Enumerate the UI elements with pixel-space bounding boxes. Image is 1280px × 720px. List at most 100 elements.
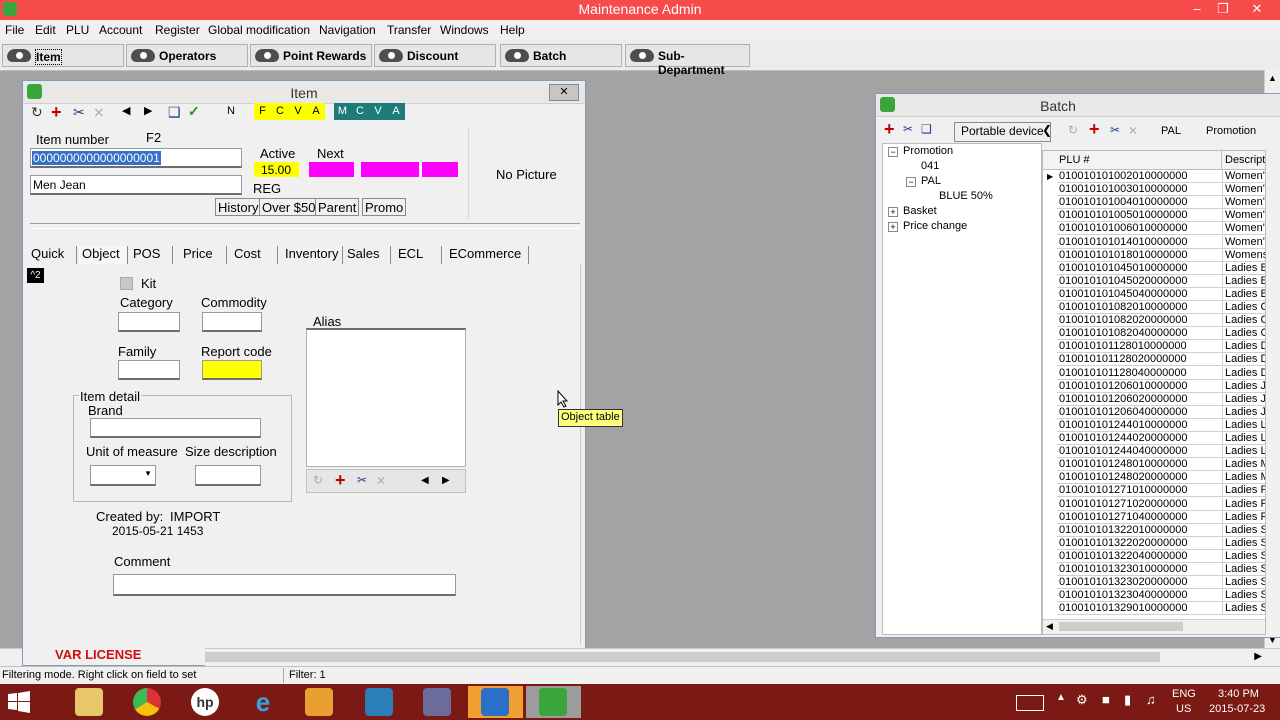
add-icon[interactable]: + [51,102,62,123]
tree-collapse-icon[interactable]: − [888,147,898,157]
region-indicator[interactable]: US [1176,703,1191,715]
item-window-close-icon[interactable]: ✕ [549,84,579,101]
language-indicator[interactable]: ENG [1172,688,1196,700]
brand-field[interactable] [90,418,261,438]
toolbar-batch-button[interactable]: Batch [500,44,622,67]
start-button-windows-icon[interactable] [8,691,30,713]
taskbar-app-7[interactable] [410,686,465,718]
table-row[interactable]: 010010101128020000000 Ladies D [1043,353,1265,367]
tree-expand-icon[interactable]: + [888,222,898,232]
table-row[interactable]: 010010101002010000000 Women's [1043,170,1265,183]
restore-icon[interactable]: ❐ [1210,0,1236,18]
description-field[interactable]: Men Jean [30,175,242,195]
table-row[interactable]: 010010101045020000000 Ladies Bl [1043,274,1265,288]
taskbar-maintenance-admin[interactable] [526,686,581,718]
taskbar-app-8[interactable] [468,686,523,718]
table-row[interactable]: 010010101244040000000 Ladies Li [1043,445,1265,459]
tray-power-icon[interactable]: ■ [1102,692,1110,707]
table-row[interactable]: 010010101206010000000 Ladies Je [1043,379,1265,393]
toolbar-item-button[interactable]: Item [2,44,124,67]
tab-content-scrollbar[interactable] [580,264,585,644]
column-plu[interactable]: PLU # [1059,154,1090,166]
batch-redo-icon[interactable]: ↻ [1068,123,1078,137]
menu-global-modification[interactable]: Global modification [208,23,310,37]
promo-button[interactable]: Promo [362,198,407,216]
table-row[interactable]: 010010101323010000000 Ladies Sl [1043,563,1265,576]
menu-register[interactable]: Register [155,23,200,37]
fcva-a[interactable]: A [307,103,325,120]
tray-network-icon[interactable]: ⚙ [1076,692,1088,708]
item-number-field[interactable]: 0000000000000000001 [30,148,242,168]
tab-pos[interactable]: POS [130,246,173,264]
table-row[interactable]: 010010101206040000000 Ladies Je [1043,405,1265,419]
cut-icon[interactable]: ✂ [73,104,85,121]
comment-field[interactable] [113,574,456,596]
minimize-icon[interactable]: – [1184,0,1210,18]
menu-account[interactable]: Account [99,23,142,37]
report-code-field[interactable] [202,360,262,380]
tree-item-price-change[interactable]: Price change [903,220,967,232]
edit-disabled-icon[interactable]: ⨯ [93,104,105,121]
table-row[interactable]: 010010101006010000000 Women's [1043,222,1265,236]
tab-ecl[interactable]: ECL [395,246,442,264]
table-row[interactable]: 010010101206020000000 Ladies Je [1043,392,1265,406]
alias-redo-icon[interactable]: ↻ [313,473,323,487]
mdi-horizontal-scrollbar[interactable]: ▶ [205,648,1280,666]
mdi-scroll-thumb[interactable] [205,652,1160,662]
tab-cost[interactable]: Cost [231,246,278,264]
tab-object[interactable]: Object [79,246,128,264]
table-row[interactable]: 010010101248010000000 Ladies M [1043,458,1265,472]
table-row[interactable]: 010010101045040000000 Ladies Bl [1043,287,1265,301]
table-row[interactable]: 010010101082020000000 Ladies C [1043,314,1265,328]
table-row[interactable]: 010010101005010000000 Women's [1043,209,1265,223]
n-toggle[interactable]: N [222,103,240,120]
redo-icon[interactable]: ↻ [31,104,43,121]
toolbar-sub-department-button[interactable]: Sub-Department [625,44,750,77]
table-row[interactable]: 010010101244010000000 Ladies Li [1043,418,1265,432]
menu-plu[interactable]: PLU [66,23,89,37]
batch-copy-icon[interactable]: ❑ [921,122,932,136]
table-row[interactable]: 010010101014010000000 Women's [1043,235,1265,249]
table-row[interactable]: 010010101018010000000 Womens [1043,248,1265,262]
table-row[interactable]: 010010101271010000000 Ladies P [1043,484,1265,498]
table-row[interactable]: 010010101082010000000 Ladies C [1043,301,1265,314]
batch-grid-add-icon[interactable]: + [1089,119,1100,140]
item-window-title-bar[interactable]: Item ✕ [23,81,585,104]
tray-battery-icon[interactable]: ▮ [1124,692,1131,708]
chevron-down-icon[interactable]: ▼ [144,469,152,478]
tab-price[interactable]: Price [180,246,227,264]
next-price-field-2[interactable] [361,162,419,177]
portable-device-button[interactable]: Portable device [954,122,1051,142]
clock-time[interactable]: 3:40 PM [1218,688,1259,700]
fcva-f[interactable]: F [254,103,271,120]
scroll-left-icon[interactable]: ◀ [1046,621,1053,632]
alias-edit-icon[interactable]: ⨯ [376,473,386,487]
check-icon[interactable]: ✓ [188,103,200,120]
menu-windows[interactable]: Windows [440,23,489,37]
mcva-c[interactable]: C [351,103,369,120]
tab-ecommerce[interactable]: ECommerce [446,246,529,264]
history-button[interactable]: History [215,198,262,216]
copy-icon[interactable]: ❑ [168,104,181,121]
fcva-v[interactable]: V [289,103,307,120]
taskbar-ie[interactable]: e [236,686,291,718]
size-description-field[interactable] [195,465,261,486]
previous-icon[interactable]: ◀ [122,104,130,117]
table-row[interactable]: 010010101128010000000 Ladies D [1043,340,1265,354]
parent-button[interactable]: Parent [315,198,360,216]
menu-help[interactable]: Help [500,23,525,37]
table-row[interactable]: 010010101323020000000 Ladies Sl [1043,576,1265,590]
batch-grid-cut-icon[interactable]: ✂ [1110,123,1120,137]
next-price-field-1[interactable] [309,162,354,177]
toolbar-operators-button[interactable]: Operators [126,44,248,67]
table-row[interactable]: 010010101003010000000 Women's [1043,183,1265,197]
table-row[interactable]: 010010101322010000000 Ladies Sl [1043,523,1265,537]
alias-add-icon[interactable]: + [335,470,346,491]
taskbar-outlook[interactable] [292,686,347,718]
scroll-right-icon[interactable]: ▶ [1254,651,1262,662]
batch-add-icon[interactable]: + [884,119,895,140]
family-field[interactable] [118,360,180,380]
category-field[interactable] [118,312,180,332]
next-price-field-3[interactable] [422,162,458,177]
menu-edit[interactable]: Edit [35,23,56,37]
